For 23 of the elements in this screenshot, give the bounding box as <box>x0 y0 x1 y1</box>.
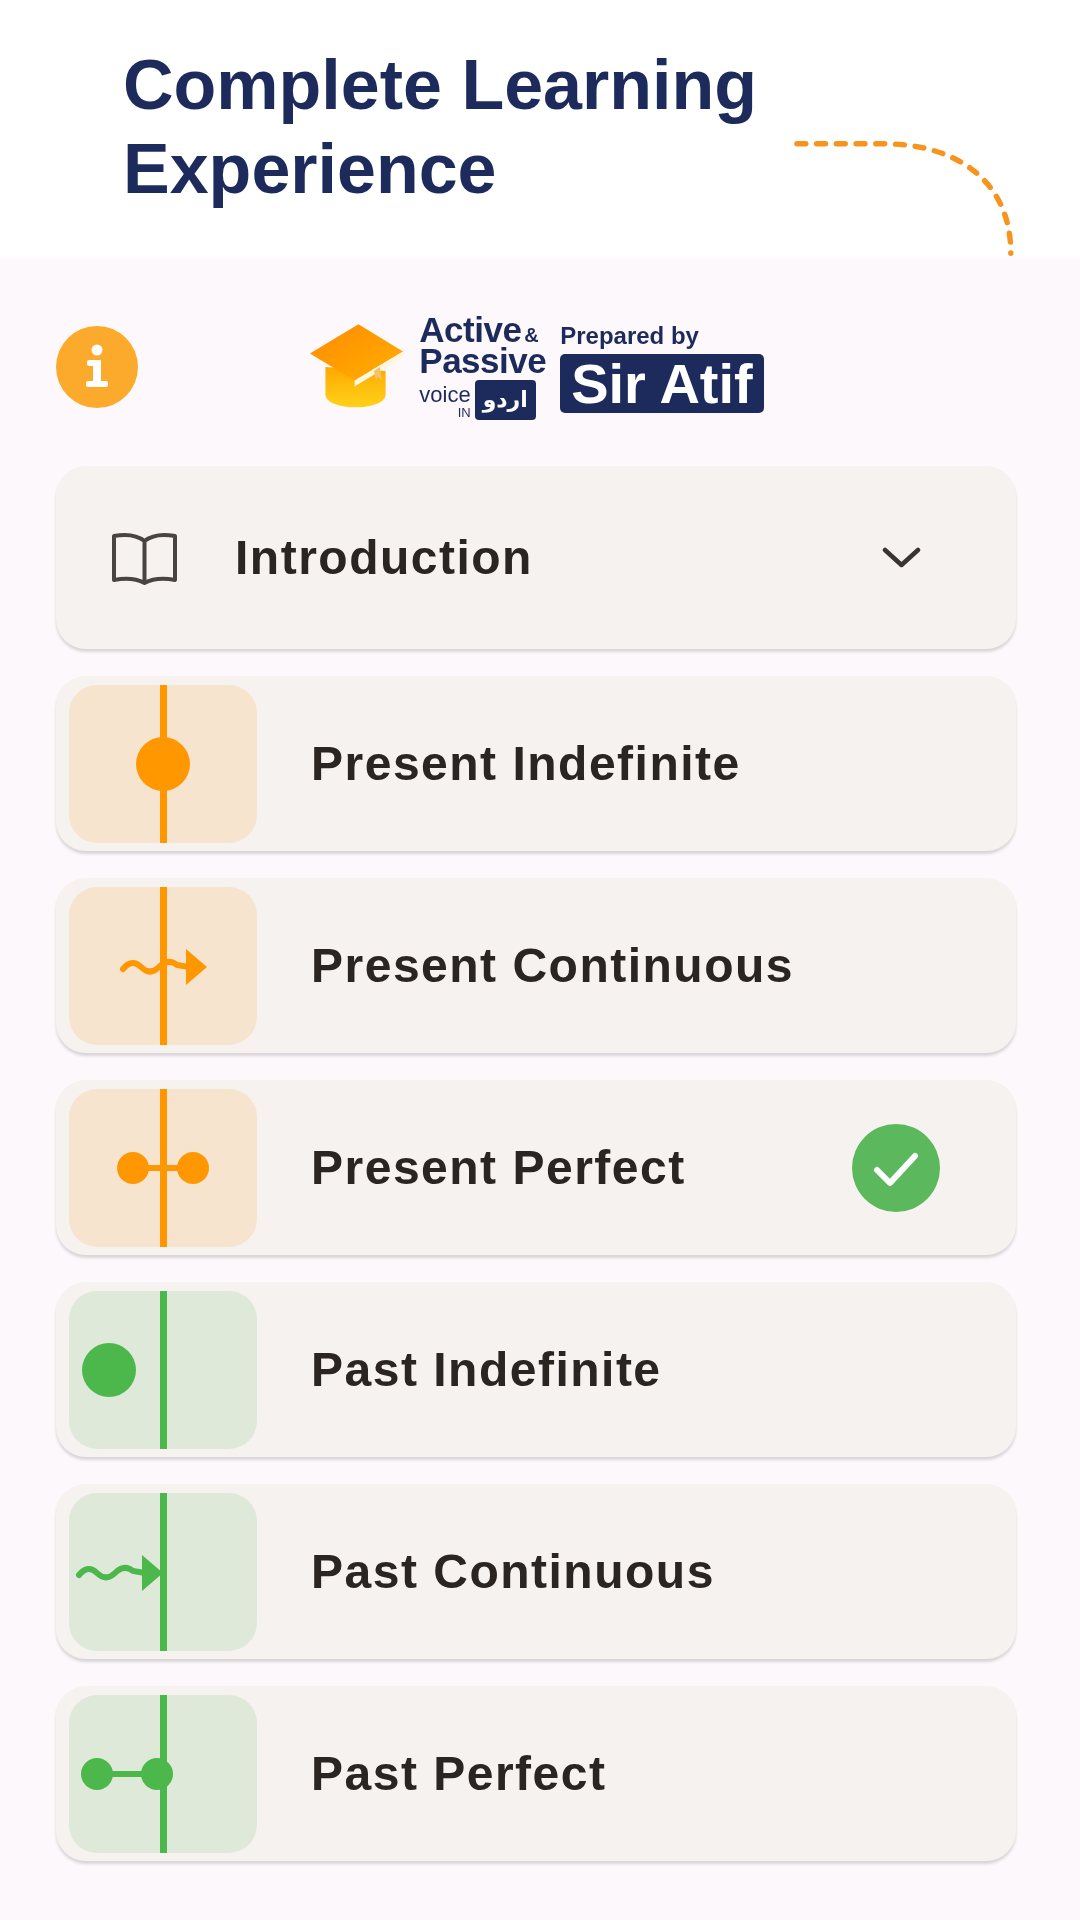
tense-card[interactable]: Present Indefinite <box>56 676 1016 851</box>
tense-card[interactable]: Past Perfect <box>56 1686 1016 1861</box>
tense-card[interactable]: Present Continuous <box>56 878 1016 1053</box>
logo-subtitle-text: voice <box>419 384 471 406</box>
credit-label: Prepared by <box>560 321 699 350</box>
logo-subtitle-text: IN <box>457 406 471 420</box>
tense-card[interactable]: Present Perfect <box>56 1080 1016 1255</box>
logo-title-text: Active <box>419 314 522 345</box>
timeline-icon <box>69 886 257 1045</box>
timeline-icon <box>69 1088 257 1247</box>
tense-card[interactable]: Past Indefinite <box>56 1282 1016 1457</box>
timeline-icon <box>69 1290 257 1449</box>
language-badge: اردو <box>474 380 536 420</box>
info-icon[interactable] <box>56 326 138 408</box>
timeline-icon <box>69 684 257 843</box>
introduction-accordion[interactable]: Introduction <box>56 466 1016 649</box>
tense-card[interactable]: Past Continuous <box>56 1484 1016 1659</box>
timeline-icon <box>69 1694 257 1853</box>
page-title: Complete Learning Experience <box>123 45 758 210</box>
logo-ampersand-text: & <box>524 325 539 345</box>
logo-title-text: Passive <box>419 345 547 376</box>
author-name-badge: Sir Atif <box>560 353 764 413</box>
timeline-icon <box>69 1492 257 1651</box>
